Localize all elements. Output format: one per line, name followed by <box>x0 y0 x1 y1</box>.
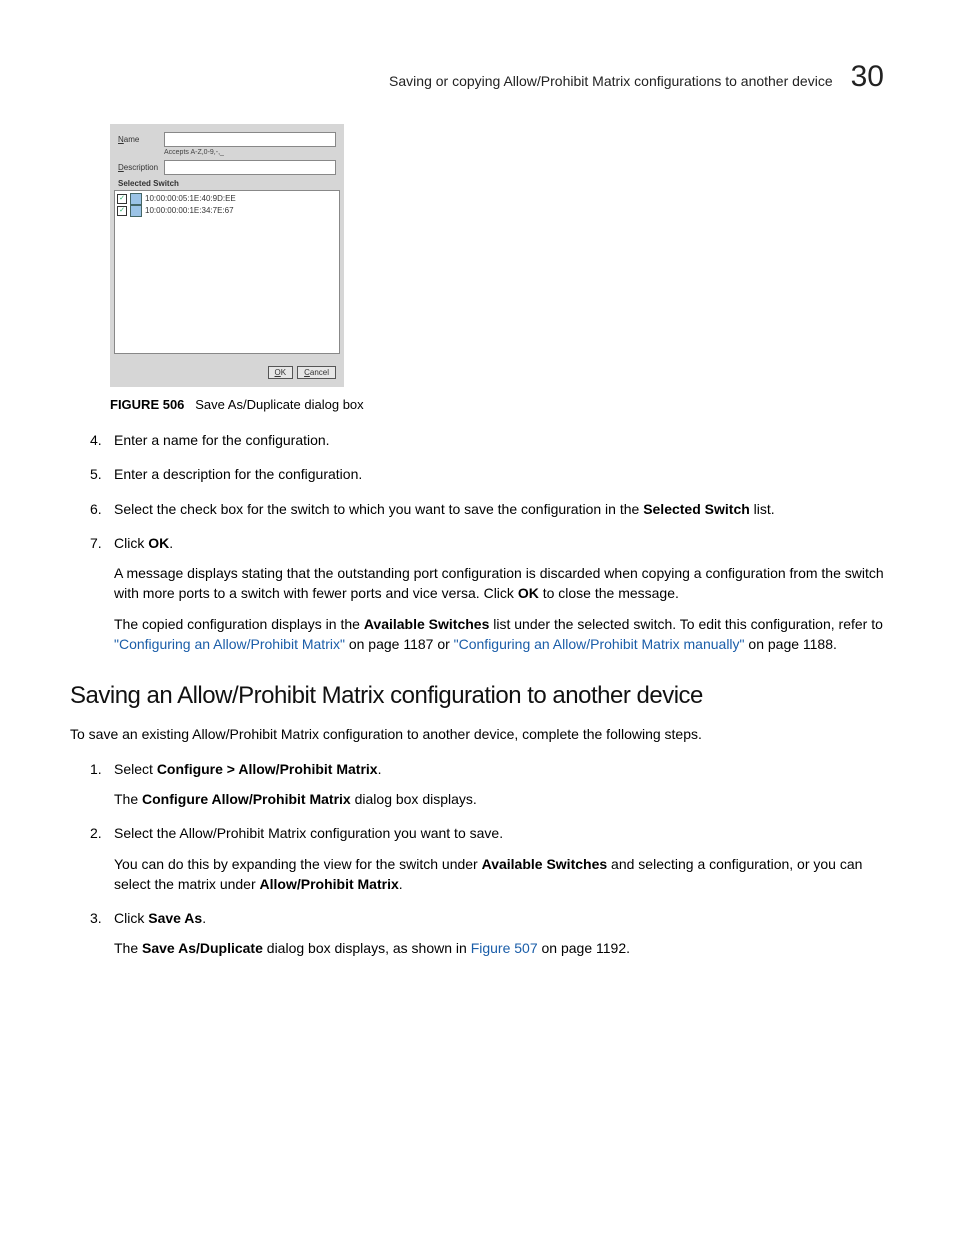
figure-caption: FIGURE 506 Save As/Duplicate dialog box <box>110 397 884 412</box>
figure-label: FIGURE 506 <box>110 397 184 412</box>
link-config-allow-prohibit-manual[interactable]: "Configuring an Allow/Prohibit Matrix ma… <box>454 636 745 652</box>
page: Saving or copying Allow/Prohibit Matrix … <box>0 0 954 1033</box>
step-7-sub-1: A message displays stating that the outs… <box>114 563 884 604</box>
selected-switch-list[interactable]: ✓ 10:00:00:05:1E:40:9D:EE ✓ 10:00:00:00:… <box>114 190 340 354</box>
name-input[interactable] <box>164 132 336 147</box>
section-heading: Saving an Allow/Prohibit Matrix configur… <box>70 682 884 710</box>
list-item[interactable]: ✓ 10:00:00:00:1E:34:7E:67 <box>117 205 337 217</box>
step-7-sub-2: The copied configuration displays in the… <box>114 614 884 655</box>
step-b3: Click Save As. The Save As/Duplicate dia… <box>90 908 884 959</box>
step-list-a: Enter a name for the configuration. Ente… <box>70 430 884 654</box>
description-input[interactable] <box>164 160 336 175</box>
figure-title: Save As/Duplicate dialog box <box>195 397 363 412</box>
description-row: Description <box>118 160 336 175</box>
dialog-buttons: OK Cancel <box>118 366 336 379</box>
step-b3-sub: The Save As/Duplicate dialog box display… <box>114 938 884 958</box>
step-5: Enter a description for the configuratio… <box>90 464 884 484</box>
cancel-button[interactable]: Cancel <box>297 366 336 379</box>
save-as-dialog: Name Accepts A-Z,0-9,-,_ Description Sel… <box>110 124 344 387</box>
switch-wwn: 10:00:00:05:1E:40:9D:EE <box>145 193 236 205</box>
link-config-allow-prohibit[interactable]: "Configuring an Allow/Prohibit Matrix" <box>114 636 345 652</box>
chapter-number: 30 <box>851 60 884 94</box>
running-title: Saving or copying Allow/Prohibit Matrix … <box>389 73 833 89</box>
step-6: Select the check box for the switch to w… <box>90 499 884 519</box>
step-list-b: Select Configure > Allow/Prohibit Matrix… <box>70 759 884 959</box>
checkbox-icon[interactable]: ✓ <box>117 206 127 216</box>
checkbox-icon[interactable]: ✓ <box>117 194 127 204</box>
step-b2-sub: You can do this by expanding the view fo… <box>114 854 884 895</box>
accepts-hint: Accepts A-Z,0-9,-,_ <box>164 149 336 156</box>
name-label: Name <box>118 135 164 144</box>
ok-button[interactable]: OK <box>268 366 294 379</box>
step-b2: Select the Allow/Prohibit Matrix configu… <box>90 823 884 894</box>
page-header: Saving or copying Allow/Prohibit Matrix … <box>70 60 884 94</box>
description-label: Description <box>118 163 164 172</box>
step-b1: Select Configure > Allow/Prohibit Matrix… <box>90 759 884 810</box>
step-7: Click OK. A message displays stating tha… <box>90 533 884 654</box>
step-b1-sub: The Configure Allow/Prohibit Matrix dial… <box>114 789 884 809</box>
switch-icon <box>130 193 142 205</box>
list-item[interactable]: ✓ 10:00:00:05:1E:40:9D:EE <box>117 193 337 205</box>
switch-wwn: 10:00:00:00:1E:34:7E:67 <box>145 205 234 217</box>
name-row: Name <box>118 132 336 147</box>
switch-icon <box>130 205 142 217</box>
step-4: Enter a name for the configuration. <box>90 430 884 450</box>
link-figure-507[interactable]: Figure 507 <box>471 940 538 956</box>
selected-switch-label: Selected Switch <box>118 179 336 188</box>
section-intro: To save an existing Allow/Prohibit Matri… <box>70 724 884 744</box>
